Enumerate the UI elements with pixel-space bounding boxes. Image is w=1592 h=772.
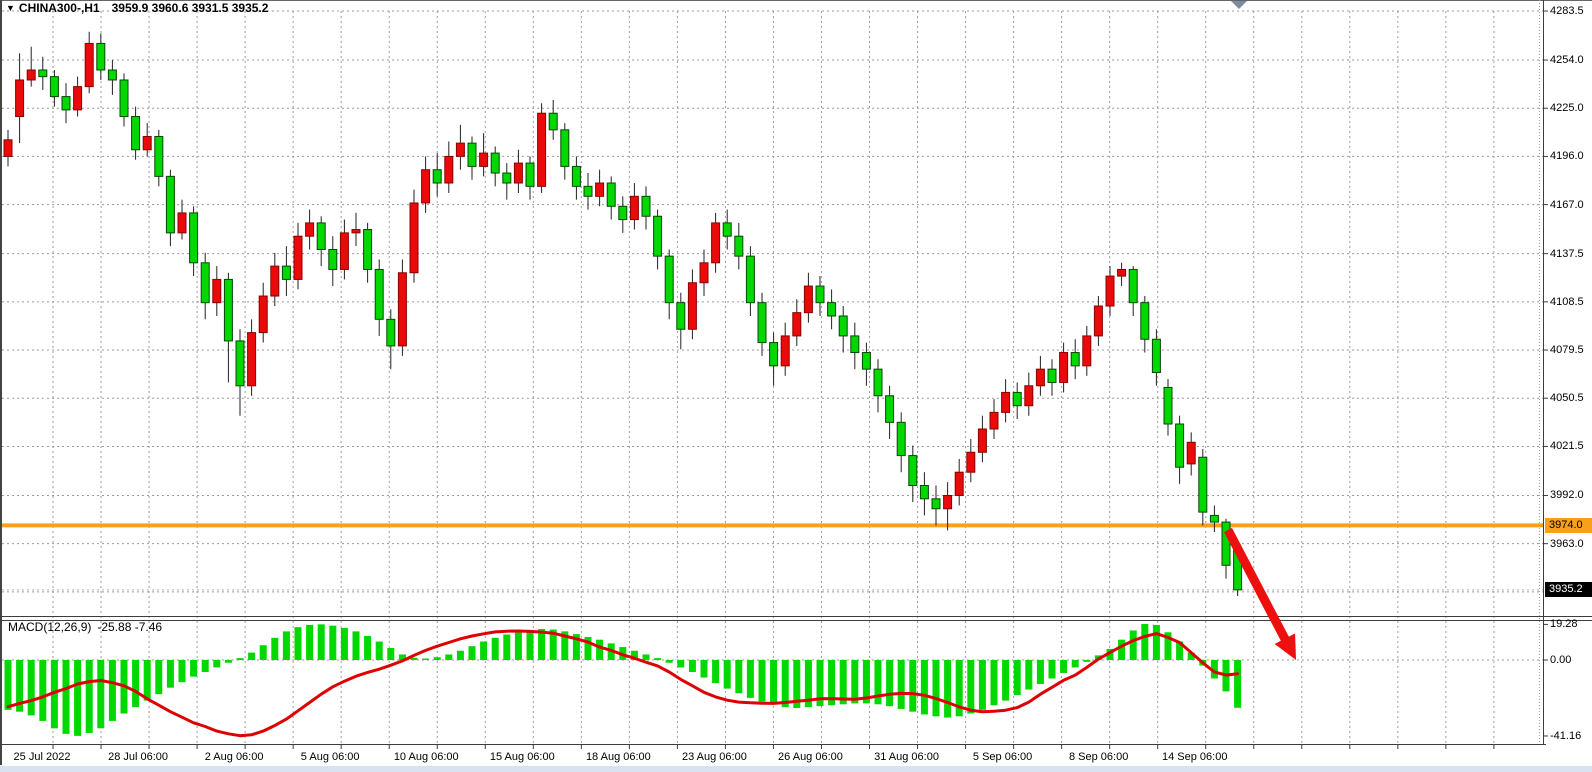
candles-layer: [4, 32, 1242, 596]
symbol-dropdown-icon[interactable]: ▼: [6, 3, 15, 13]
price-axis-label: 4050.5: [1550, 391, 1592, 405]
time-axis-label: 15 Aug 06:00: [490, 750, 555, 764]
time-axis-label: 2 Aug 06:00: [205, 750, 264, 764]
chart-shift-icon[interactable]: [1231, 1, 1247, 9]
macd-values: -25.88 -7.46: [97, 620, 162, 634]
price-axis-label: 4225.0: [1550, 101, 1592, 115]
price-axis-label: 4167.0: [1550, 198, 1592, 212]
hline-price-tag: 3974.0: [1545, 518, 1592, 533]
macd-axis-zero: 0.00: [1550, 653, 1592, 667]
time-axis-label: 18 Aug 06:00: [586, 750, 651, 764]
time-axis-label: 23 Aug 06:00: [682, 750, 747, 764]
time-axis-label: 5 Sep 06:00: [973, 750, 1032, 764]
window-bottom-edge: [0, 766, 1592, 772]
price-axis-label: 4283.5: [1550, 4, 1592, 18]
price-axis-label: 4137.5: [1550, 247, 1592, 261]
ohlc-readout: ▼ CHINA300-,H1 3959.9 3960.6 3931.5 3935.2: [6, 1, 268, 15]
macd-histogram-layer: [5, 624, 1242, 736]
sell-signal-arrow[interactable]: [1228, 530, 1296, 660]
price-axis-label: 4021.5: [1550, 439, 1592, 453]
symbol-name: CHINA300-,H1: [19, 1, 100, 15]
time-axis-label: 8 Sep 06:00: [1069, 750, 1128, 764]
price-axis-label: 4254.0: [1550, 53, 1592, 67]
macd-axis-max: 19.28: [1550, 617, 1592, 631]
price-axis-label: 3992.0: [1550, 488, 1592, 502]
grid-layer: [2, 11, 1543, 744]
macd-signal-line: [8, 631, 1238, 736]
last-price-tag: 3935.2: [1545, 582, 1592, 597]
time-axis-label: 31 Aug 06:00: [874, 750, 939, 764]
price-axis-label: 4108.5: [1550, 295, 1592, 309]
macd-readout: MACD(12,26,9) -25.88 -7.46: [8, 620, 162, 634]
time-axis-label: 28 Jul 06:00: [108, 750, 168, 764]
time-axis-label: 26 Aug 06:00: [778, 750, 843, 764]
price-axis-label: 4079.5: [1550, 343, 1592, 357]
time-axis-label: 25 Jul 2022: [14, 750, 71, 764]
price-chart-canvas[interactable]: [0, 0, 1592, 772]
time-axis-label: 10 Aug 06:00: [394, 750, 459, 764]
ohlc-values: 3959.9 3960.6 3931.5 3935.2: [112, 1, 269, 15]
time-axis-label: 5 Aug 06:00: [301, 750, 360, 764]
mt4-chart-window: ▼ CHINA300-,H1 3959.9 3960.6 3931.5 3935.2…: [0, 0, 1592, 772]
price-axis-label: 3963.0: [1550, 537, 1592, 551]
macd-axis-min: -41.16: [1550, 729, 1592, 743]
time-axis-label: 14 Sep 06:00: [1162, 750, 1227, 764]
macd-label: MACD(12,26,9): [8, 620, 91, 634]
price-axis-label: 4196.0: [1550, 149, 1592, 163]
